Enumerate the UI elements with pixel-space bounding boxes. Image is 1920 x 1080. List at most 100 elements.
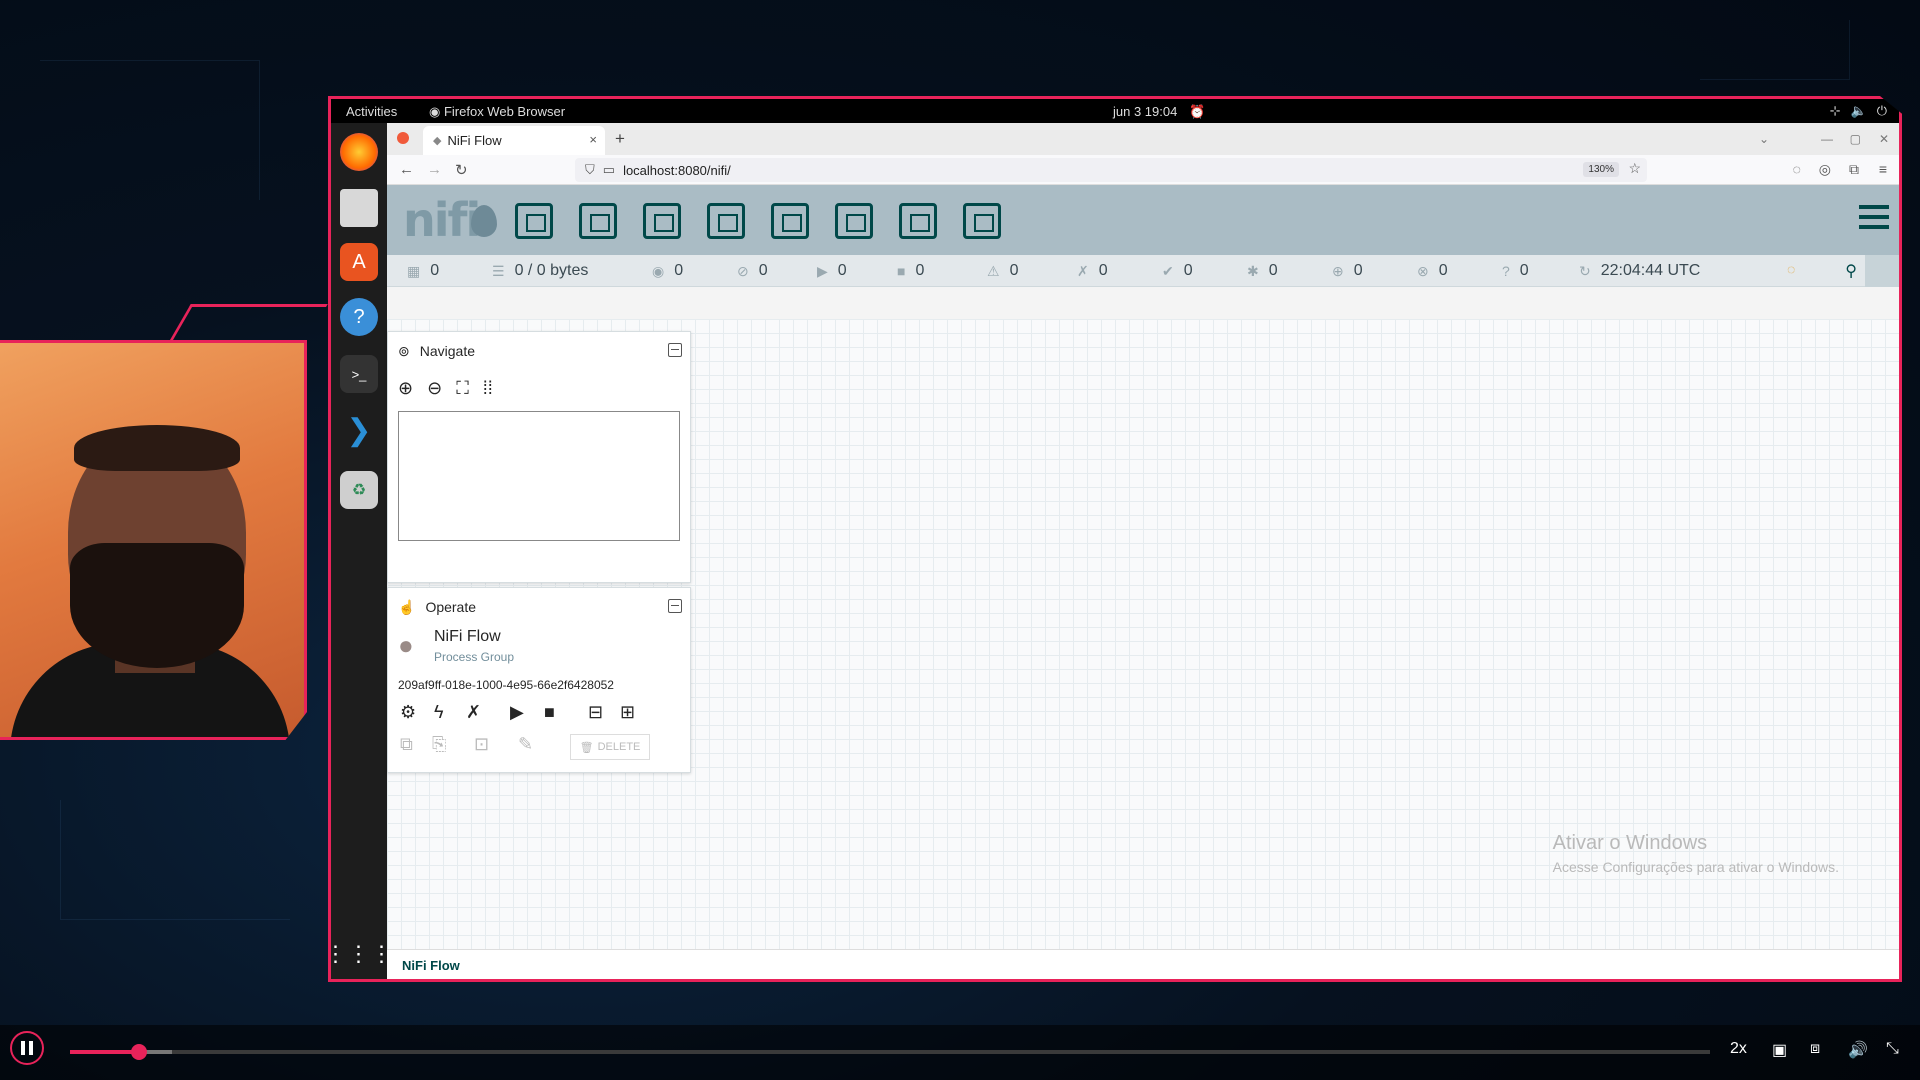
url-bar[interactable]: ⛉ ▭ localhost:8080/nifi/ 130% ☆ (575, 158, 1647, 182)
trash-icon[interactable]: ♻ (340, 471, 378, 509)
bookmark-star-icon[interactable]: ☆ (1628, 160, 1641, 177)
account-icon[interactable]: ◎ (1819, 161, 1831, 178)
new-tab-button[interactable]: + (615, 129, 625, 149)
breadcrumb-root[interactable]: NiFi Flow (402, 958, 460, 973)
disable-icon[interactable]: ✗ (466, 702, 481, 723)
files-icon[interactable] (340, 189, 378, 227)
transmitting-icon: ◉ (652, 262, 665, 279)
status-value: 0 (837, 262, 847, 279)
flow-status-panel-toggle[interactable] (1865, 255, 1899, 287)
volume-icon[interactable]: 🔊 (1848, 1040, 1868, 1060)
watermark-subtitle: Acesse Configurações para ativar o Windo… (1552, 859, 1839, 875)
actual-size-icon[interactable]: ⁞⁞ (483, 378, 493, 399)
zoom-level[interactable]: 130% (1583, 162, 1619, 177)
status-item: ■ 0 (897, 262, 924, 280)
close-window-icon[interactable]: ✕ (1879, 132, 1889, 146)
terminal-icon[interactable]: >_ (340, 355, 378, 393)
invalid-icon: ⚠ (987, 262, 1000, 279)
running-icon: ▶ (817, 262, 828, 279)
tab-close-icon[interactable]: × (589, 132, 597, 147)
status-item: ✱ 0 (1247, 262, 1278, 280)
color-brush-icon[interactable]: ✎ (518, 734, 533, 755)
shield-icon: ⛉ (585, 162, 595, 177)
input-port-tool-icon[interactable] (579, 203, 617, 239)
status-value: 0 (430, 262, 440, 279)
fit-icon[interactable]: ⛶ (456, 378, 469, 399)
loading-spinner-icon: ◌ (1787, 261, 1796, 277)
zoom-out-icon[interactable]: ⊖ (427, 378, 442, 399)
modified-stale-icon: ⊗ (1417, 262, 1429, 279)
picture-in-picture-icon[interactable]: ⧈ (1810, 1040, 1820, 1058)
global-menu-icon[interactable] (1859, 205, 1889, 231)
search-icon[interactable]: ⚲ (1845, 261, 1857, 281)
tab-nifi-flow[interactable]: ◆ NiFi Flow × (423, 126, 605, 155)
navigate-collapse-icon[interactable] (668, 343, 682, 357)
start-play-icon[interactable]: ▶ (510, 702, 524, 723)
remote-process-group-tool-icon[interactable] (771, 203, 809, 239)
funnel-tool-icon[interactable] (835, 203, 873, 239)
navigate-header[interactable]: ⊚ Navigate (388, 332, 690, 370)
playback-speed[interactable]: 2x (1730, 1040, 1747, 1058)
status-item: ? 0 (1502, 262, 1529, 280)
status-item: ◉ 0 (652, 262, 683, 280)
paste-icon[interactable]: ⎘ (432, 734, 446, 755)
enable-bolt-icon[interactable]: ϟ (434, 702, 444, 723)
flow-canvas[interactable]: ⊚ Navigate ⊕ ⊖ ⛶ ⁞⁞ ☝ Operate ● NiFi Flo… (387, 319, 1899, 949)
output-port-tool-icon[interactable] (643, 203, 681, 239)
operate-header[interactable]: ☝ Operate (388, 588, 690, 626)
app-menu[interactable]: ◉ Firefox Web Browser (429, 104, 565, 120)
pocket-icon[interactable]: ◌ (1793, 161, 1801, 177)
minimize-icon[interactable]: — (1821, 132, 1833, 146)
delete-button[interactable]: 🗑 DELETE (570, 734, 650, 760)
reload-icon[interactable]: ↻ (455, 161, 468, 179)
template-tool-icon[interactable] (899, 203, 937, 239)
captions-icon[interactable]: ▣ (1772, 1040, 1787, 1060)
pause-button[interactable] (10, 1031, 44, 1065)
tab-title: NiFi Flow (447, 133, 502, 148)
firefox-icon[interactable] (340, 133, 378, 171)
copy-icon[interactable]: ⧉ (400, 734, 413, 755)
person-hair (74, 425, 240, 471)
status-item: ▦ 0 (407, 262, 439, 280)
help-icon[interactable]: ? (340, 298, 378, 336)
menu-icon[interactable]: ≡ (1879, 161, 1887, 177)
birdseye-view[interactable] (398, 411, 680, 541)
software-center-icon[interactable]: A (340, 243, 378, 281)
status-value: 0 (674, 262, 684, 279)
maximize-icon[interactable]: ▢ (1850, 132, 1861, 146)
configure-gear-icon[interactable]: ⚙ (400, 702, 416, 723)
status-item[interactable]: ↻ 22:04:44 UTC (1579, 262, 1700, 280)
firefox-view-icon[interactable] (397, 132, 409, 144)
nav-bar: ← → ↻ ⛉ ▭ localhost:8080/nifi/ 130% ☆ ◌ … (387, 155, 1899, 185)
status-value: 0 (1268, 262, 1278, 279)
list-tabs-icon[interactable]: ⌄ (1759, 132, 1769, 146)
status-value: 0 (915, 262, 925, 279)
fullscreen-exit-icon[interactable]: ⤡ (1886, 1040, 1899, 1058)
tab-bar: ◆ NiFi Flow × + ⌄ — ▢ ✕ (387, 123, 1899, 155)
zoom-in-icon[interactable]: ⊕ (398, 378, 413, 399)
app-grid-icon[interactable]: ⋮⋮⋮ (328, 935, 393, 973)
operate-collapse-icon[interactable] (668, 599, 682, 613)
seek-handle[interactable] (130, 1044, 147, 1060)
selection-id: 209af9ff-018e-1000-4e95-66e2f6428052 (398, 678, 614, 692)
processor-tool-icon[interactable] (515, 203, 553, 239)
back-icon[interactable]: ← (399, 161, 414, 178)
bg-line (60, 800, 290, 920)
seek-bar[interactable] (70, 1044, 1710, 1060)
nifi-logo: nifi (403, 193, 481, 247)
process-group-tool-icon[interactable] (707, 203, 745, 239)
extensions-icon[interactable]: ⧉ (1849, 161, 1859, 178)
create-template-icon[interactable]: ⊟ (588, 702, 603, 723)
stop-icon[interactable]: ■ (544, 702, 555, 723)
activities-button[interactable]: Activities (346, 104, 397, 119)
status-value: 0 (1353, 262, 1363, 279)
label-tool-icon[interactable] (963, 203, 1001, 239)
group-icon[interactable]: ⊡ (474, 734, 489, 755)
clock[interactable]: jun 3 19:04 (1113, 104, 1177, 119)
system-tray[interactable]: ⊹ 🔈 ⏻ (1830, 103, 1887, 119)
forward-icon[interactable]: → (427, 161, 442, 178)
status-value: 0 (1438, 262, 1448, 279)
upload-template-icon[interactable]: ⊞ (620, 702, 635, 723)
queue-icon: ☰ (492, 262, 505, 279)
vscode-icon[interactable]: ❯ (340, 411, 378, 449)
